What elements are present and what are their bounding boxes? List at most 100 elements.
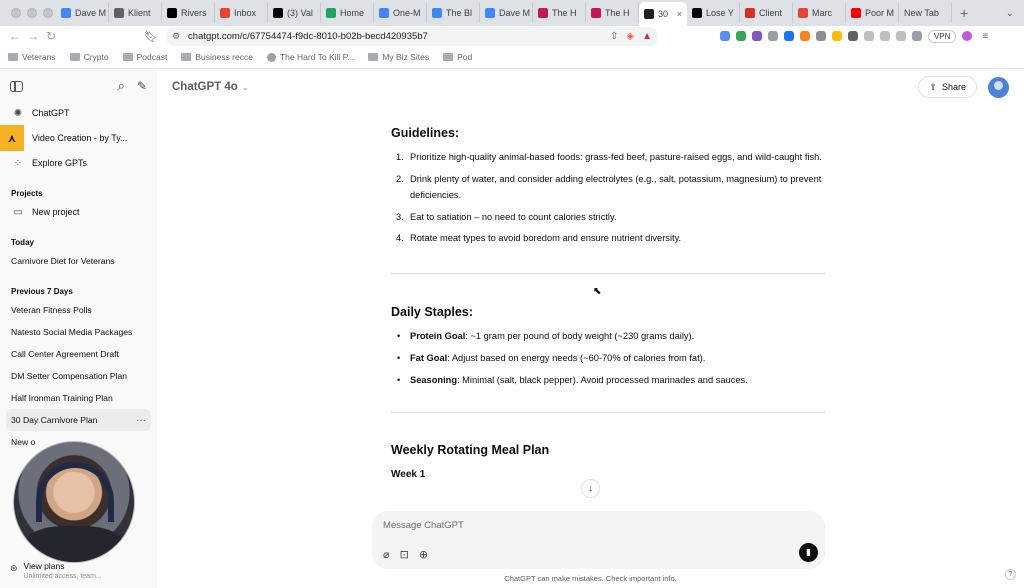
drive-icon xyxy=(326,8,336,18)
browser-menu-icon[interactable]: ≡ xyxy=(982,31,988,42)
bookmark-item[interactable]: Crypto xyxy=(69,52,109,62)
chat-item[interactable]: DM Setter Compensation Plan xyxy=(0,365,157,387)
tab-search-icon[interactable]: ⌄ xyxy=(1006,8,1014,19)
extension-icon[interactable] xyxy=(767,31,778,41)
plans-subtitle: Unlimited access, team... xyxy=(23,573,102,580)
bookmark-item[interactable]: Veterans xyxy=(8,52,56,62)
tab-label: The H xyxy=(605,8,630,18)
url-text[interactable]: chatgpt.com/c/67754474-f9dc-8010-b02b-be… xyxy=(188,31,602,42)
browser-tab[interactable]: Home xyxy=(321,3,374,23)
sidebar-header: ⌕ ✎ xyxy=(0,70,157,102)
extension-icon[interactable] xyxy=(783,31,794,41)
new-tab-button[interactable]: + xyxy=(952,5,976,21)
headset-shape xyxy=(36,462,114,522)
voice-mode-button[interactable]: ▮ xyxy=(799,543,818,562)
bookmark-icon[interactable]: 🔖︎ xyxy=(144,30,158,43)
help-button[interactable]: ? xyxy=(1005,569,1016,580)
extension-icon[interactable] xyxy=(751,31,762,41)
browser-tab[interactable]: New Tab xyxy=(899,3,952,23)
view-plans-button[interactable]: ⊛ View plans Unlimited access, team... xyxy=(0,561,157,580)
share-page-icon[interactable]: ⇧ xyxy=(610,31,618,42)
browser-tab[interactable]: Poor M xyxy=(846,3,899,23)
zoom-window-button[interactable] xyxy=(43,8,53,18)
metamask-icon[interactable] xyxy=(799,31,810,41)
list-text: Rotate meat types to avoid boredom and e… xyxy=(410,233,682,243)
browser-tab[interactable]: (3) Val xyxy=(268,3,321,23)
bookmark-item[interactable]: Pod xyxy=(443,52,472,62)
more-options-icon[interactable]: ··· xyxy=(136,415,146,426)
close-tab-icon[interactable]: × xyxy=(677,9,682,19)
chat-item[interactable]: Natesto Social Media Packages xyxy=(0,321,157,343)
extension-icon[interactable] xyxy=(815,31,826,41)
browser-tab[interactable]: 30 × xyxy=(639,2,687,26)
globe-icon[interactable]: ⊕ xyxy=(419,548,428,561)
minimize-window-button[interactable] xyxy=(27,8,37,18)
sidebar-item-video-creation[interactable]: ⋏ Video Creation - by Ty... xyxy=(0,124,157,152)
browser-tab[interactable]: Inbox xyxy=(215,3,268,23)
bookmark-item[interactable]: Podcast xyxy=(122,52,167,62)
brave-shields-icon[interactable]: ◈ xyxy=(626,31,634,42)
sidebar-toggle-icon[interactable] xyxy=(895,31,906,41)
chevron-down-icon[interactable]: ⌄ xyxy=(242,83,249,92)
search-icon[interactable]: ⌕ xyxy=(118,78,125,94)
address-bar[interactable]: ⚙ chatgpt.com/c/67754474-f9dc-8010-b02b-… xyxy=(165,26,658,46)
browser-tab[interactable]: Dave M xyxy=(56,3,109,23)
new-chat-icon[interactable]: ✎ xyxy=(137,79,147,93)
vpn-button[interactable]: VPN xyxy=(927,29,957,43)
message-composer[interactable]: Message ChatGPT ⌀ ⊡ ⊕ ▮ xyxy=(372,511,825,569)
bookmark-item[interactable]: Business recce xyxy=(181,52,253,62)
back-button[interactable]: ← xyxy=(6,29,24,43)
extension-icon[interactable] xyxy=(847,31,858,41)
bookmark-item[interactable]: The Hard To Kill P... xyxy=(266,52,354,62)
avatar[interactable] xyxy=(988,76,1009,98)
browser-tab[interactable]: Klient xyxy=(109,3,162,23)
bookmark-item[interactable]: My Biz Sites xyxy=(368,52,429,62)
browser-tab[interactable]: The Bl xyxy=(427,3,480,23)
notion-icon xyxy=(692,8,702,18)
browser-tab[interactable]: The H xyxy=(586,3,639,23)
share-button[interactable]: ⇧ Share xyxy=(918,76,977,98)
folder-icon xyxy=(69,53,80,61)
extension-icon[interactable] xyxy=(735,31,746,41)
browser-tab[interactable]: The H xyxy=(533,3,586,23)
brave-rewards-icon[interactable]: ▲ xyxy=(642,31,652,42)
forward-button[interactable]: → xyxy=(24,29,42,43)
wallet-icon[interactable] xyxy=(911,31,922,41)
browser-tab[interactable]: Rivers xyxy=(162,3,215,23)
docs-icon xyxy=(485,8,495,18)
profile-icon[interactable] xyxy=(962,31,973,41)
browser-tab[interactable]: Marc xyxy=(793,3,846,23)
extension-icon[interactable] xyxy=(879,31,890,41)
attach-icon[interactable]: ⌀ xyxy=(383,548,390,561)
chat-item[interactable]: Veteran Fitness Polls xyxy=(0,299,157,321)
extension-icon[interactable] xyxy=(831,31,842,41)
browser-tab[interactable]: Lose Y xyxy=(687,3,740,23)
extension-icon[interactable] xyxy=(719,31,730,41)
chat-item-label: DM Setter Compensation Plan xyxy=(11,371,128,381)
list-number: 4. xyxy=(396,233,404,243)
browser-tab-strip: Dave M Klient Rivers Inbox (3) Val Home One-M T… xyxy=(0,0,1024,26)
message-input[interactable]: Message ChatGPT xyxy=(383,520,464,531)
extension-icon[interactable] xyxy=(863,31,874,41)
site-settings-icon[interactable]: ⚙ xyxy=(172,31,180,42)
new-project-button[interactable]: ▭ New project xyxy=(0,201,157,223)
model-selector[interactable]: ChatGPT 4o xyxy=(172,81,238,93)
chat-item[interactable]: 30 Day Carnivore Plan ··· xyxy=(6,409,151,431)
tools-icon[interactable]: ⊡ xyxy=(400,548,409,561)
browser-tab[interactable]: One-M xyxy=(374,3,427,23)
scroll-to-bottom-button[interactable]: ↓ xyxy=(581,479,600,498)
chat-item[interactable]: Half Ironman Training Plan xyxy=(0,387,157,409)
sidebar-toggle-icon[interactable] xyxy=(10,80,23,92)
sidebar-item-label: ChatGPT xyxy=(32,108,70,118)
chat-item[interactable]: Carnivore Diet for Veterans xyxy=(0,250,157,272)
reload-button[interactable]: ↻ xyxy=(42,29,60,43)
list-number: 1. xyxy=(396,152,404,162)
new-project-label: New project xyxy=(32,207,80,217)
folder-icon xyxy=(122,53,133,61)
browser-tab[interactable]: Client xyxy=(740,3,793,23)
sidebar-item-explore-gpts[interactable]: ⁘ Explore GPTs xyxy=(0,152,157,174)
chat-item[interactable]: Call Center Agreement Draft xyxy=(0,343,157,365)
close-window-button[interactable] xyxy=(11,8,21,18)
browser-tab[interactable]: Dave M xyxy=(480,3,533,23)
sidebar-item-chatgpt[interactable]: ✺ ChatGPT xyxy=(0,102,157,124)
